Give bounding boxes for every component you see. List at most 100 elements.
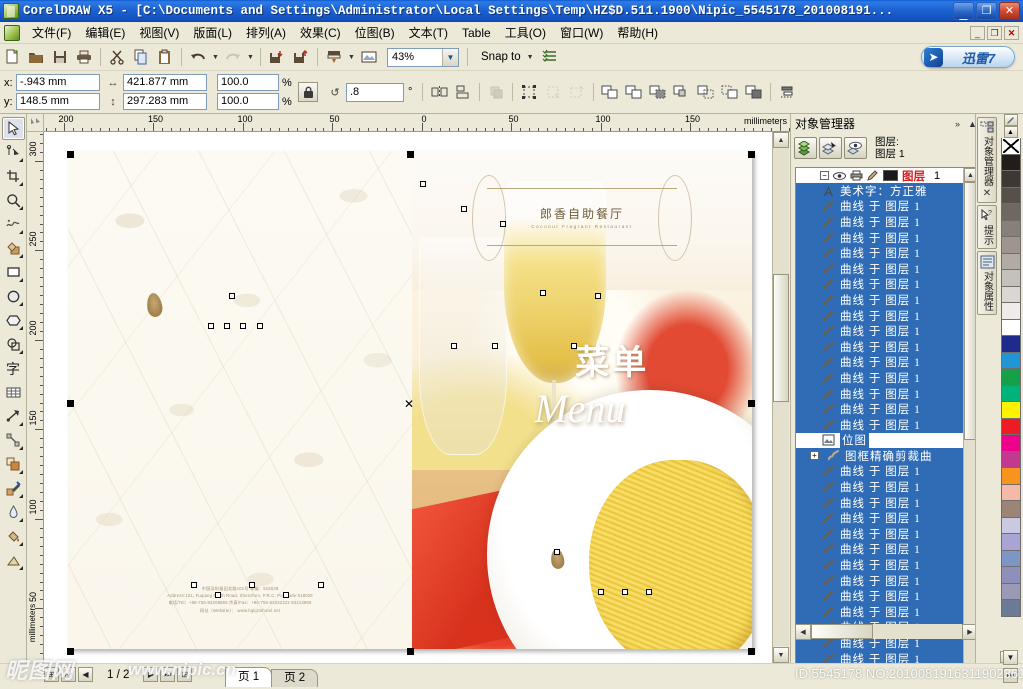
node-handle[interactable] — [500, 220, 507, 227]
blend-tool[interactable] — [2, 453, 25, 476]
flyout-arrow-icon[interactable] — [18, 350, 23, 354]
mdi-minimize-button[interactable]: _ — [970, 25, 985, 40]
boundary-icon[interactable] — [743, 81, 765, 103]
palette-swatches[interactable] — [1000, 154, 1021, 617]
palette-eyedropper-icon[interactable] — [1003, 114, 1018, 126]
trim-icon[interactable] — [623, 81, 645, 103]
freehand-tool[interactable] — [2, 213, 25, 236]
menu-arrange[interactable]: 排列(A) — [239, 22, 293, 43]
node-handle[interactable] — [283, 591, 290, 598]
align-distribute-icon[interactable] — [776, 81, 798, 103]
swatch-none[interactable] — [1000, 138, 1021, 155]
color-swatch[interactable] — [1000, 369, 1021, 386]
color-swatch[interactable] — [1000, 484, 1021, 501]
flyout-arrow-icon[interactable] — [18, 542, 23, 546]
palette-scroll-down-status[interactable]: ▼ — [1003, 650, 1018, 665]
object-row[interactable]: 曲线 于 图层 1 — [796, 604, 964, 620]
menu-text[interactable]: 文本(T) — [402, 22, 455, 43]
menu-table[interactable]: Table — [455, 24, 498, 42]
selection-handle-mr[interactable] — [748, 400, 755, 407]
rectangle-tool[interactable] — [2, 261, 25, 284]
smart-fill-tool[interactable] — [2, 237, 25, 260]
scroll-thumb[interactable] — [773, 274, 789, 402]
scale-horizontal-input[interactable]: 100.0 — [217, 74, 279, 91]
eye-icon[interactable] — [833, 171, 846, 181]
object-row[interactable]: 曲线 于 图层 1 — [796, 354, 964, 371]
object-row[interactable]: 曲线 于 图层 1 — [796, 416, 964, 433]
color-swatch[interactable] — [1000, 385, 1021, 402]
color-palette[interactable]: ▲ ▼ — [998, 114, 1023, 663]
color-swatch[interactable] — [1000, 451, 1021, 468]
layer-expand-toggle[interactable]: − — [820, 171, 829, 180]
object-row[interactable]: 曲线 于 图层 1 — [796, 229, 964, 246]
object-properties-tab[interactable]: 对象属性 — [977, 251, 997, 315]
zoom-tool[interactable] — [2, 189, 25, 212]
node-handle[interactable] — [215, 591, 222, 598]
flyout-arrow-icon[interactable] — [18, 518, 23, 522]
printer-icon[interactable] — [850, 170, 863, 181]
chevron-down-icon[interactable]: ▼ — [442, 48, 458, 66]
node-handle[interactable] — [492, 342, 499, 349]
color-swatch[interactable] — [1000, 319, 1021, 336]
pencil-icon[interactable] — [867, 170, 879, 181]
node-handle[interactable] — [191, 581, 198, 588]
flyout-arrow-icon[interactable] — [18, 326, 23, 330]
object-row[interactable]: 曲线 于 图层 1 — [796, 245, 964, 261]
flyout-arrow-icon[interactable] — [18, 182, 23, 186]
color-swatch[interactable] — [1000, 286, 1021, 303]
show-object-properties-icon[interactable] — [794, 137, 817, 159]
color-eyedropper-tool[interactable] — [2, 477, 25, 500]
node-handle[interactable] — [460, 205, 467, 212]
rotation-input[interactable]: .8 — [346, 82, 404, 102]
undo-icon[interactable] — [187, 46, 209, 68]
maximize-button[interactable]: ❐ — [976, 2, 997, 20]
menu-edit[interactable]: 编辑(E) — [78, 22, 132, 43]
lock-ratio-icon[interactable] — [298, 82, 318, 102]
flyout-arrow-icon[interactable] — [18, 254, 23, 258]
color-swatch[interactable] — [1000, 253, 1021, 270]
first-page-button[interactable]: ⏮ — [61, 667, 76, 682]
weld-icon[interactable] — [599, 81, 621, 103]
flyout-arrow-icon[interactable] — [18, 230, 23, 234]
node-handle[interactable] — [240, 322, 247, 329]
object-row[interactable]: 曲线 于 图层 1 — [796, 370, 964, 386]
selection-handle-tm[interactable] — [407, 151, 414, 158]
color-swatch[interactable] — [1000, 204, 1021, 221]
menu-effects[interactable]: 效果(C) — [293, 22, 348, 43]
obj-scroll-left-button[interactable]: ◀ — [795, 623, 811, 640]
object-row[interactable]: 曲线 于 图层 1 — [796, 526, 964, 542]
simplify-icon[interactable] — [671, 81, 693, 103]
object-rows-container[interactable]: 美术字：方正雅 曲线 于 图层 1 曲线 于 图层 1 曲线 于 图层 1 曲线 于 图… — [796, 183, 964, 667]
launch-icon[interactable] — [323, 46, 345, 68]
to-front-icon[interactable] — [485, 81, 507, 103]
object-row[interactable]: 曲线 于 图层 1 — [796, 494, 964, 511]
canvas-vertical-scrollbar[interactable]: ▲ ▼ — [772, 132, 790, 663]
object-row[interactable]: 曲线 于 图层 1 — [796, 338, 964, 355]
color-swatch[interactable] — [1000, 154, 1021, 171]
color-swatch[interactable] — [1000, 270, 1021, 287]
menu-tools[interactable]: 工具(O) — [498, 22, 553, 43]
color-swatch[interactable] — [1000, 501, 1021, 518]
layer-row[interactable]: − 图层 1 — [796, 168, 977, 183]
undo-dropdown-icon[interactable]: ▼ — [210, 46, 221, 68]
object-row[interactable]: 曲线 于 图层 1 — [796, 588, 964, 605]
node-handle[interactable] — [451, 342, 458, 349]
object-row[interactable]: 曲线 于 图层 1 — [796, 541, 964, 558]
menu-file[interactable]: 文件(F) — [25, 22, 78, 43]
add-page-start-button[interactable]: ⊞ — [44, 667, 59, 682]
selection-handle-br[interactable] — [748, 648, 755, 655]
copy-icon[interactable] — [130, 46, 152, 68]
mdi-close-button[interactable]: ✕ — [1004, 25, 1019, 40]
chevron-down-icon[interactable]: ▼ — [527, 54, 534, 61]
cut-icon[interactable] — [106, 46, 128, 68]
mdi-restore-button[interactable]: ❐ — [987, 25, 1002, 40]
save-icon[interactable] — [49, 46, 71, 68]
pick-tool[interactable] — [1, 117, 25, 140]
launch-dropdown-icon[interactable]: ▼ — [346, 46, 357, 68]
outline-icon[interactable] — [542, 81, 564, 103]
object-width-input[interactable]: 421.877 mm — [123, 74, 207, 91]
hints-tab[interactable]: ? 提示 — [977, 205, 997, 249]
redo-icon[interactable] — [222, 46, 244, 68]
node-handle[interactable] — [256, 322, 263, 329]
drawing-canvas[interactable]: 中国深圳福田北路101号 邮编：518028 Address:101, Fuqi… — [44, 132, 790, 663]
